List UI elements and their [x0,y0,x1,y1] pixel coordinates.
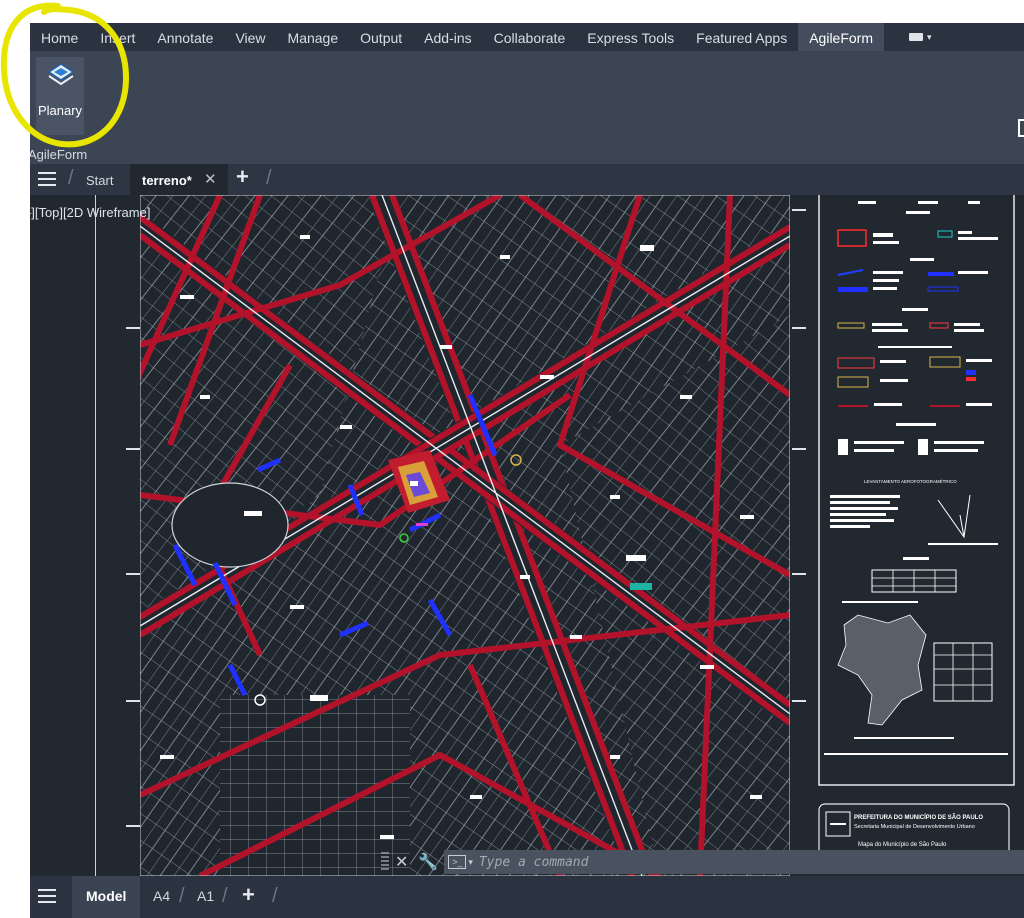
tab-agileform[interactable]: AgileForm [798,23,884,51]
tab-featured-apps[interactable]: Featured Apps [685,23,798,51]
menu-icon[interactable] [38,889,56,903]
planary-diamond-icon [48,63,74,85]
chevron-down-icon: ▾ [927,32,932,42]
tab-terreno-label: terreno* [142,173,192,188]
tab-separator: / [68,167,74,189]
chevron-down-icon[interactable]: ▾ [468,857,473,868]
tab-separator: / [222,885,228,907]
layout-tab-bar: Model A4 / A1 / + / [30,876,1024,918]
planary-label: Planary [37,103,83,118]
tab-separator: / [272,885,278,907]
command-prompt-icon[interactable]: >_ [448,855,467,869]
close-icon[interactable]: ✕ [395,852,408,872]
teal-marker [630,583,652,590]
ruler-tick [792,327,806,329]
tab-model-label: Model [86,888,127,904]
ruler-tick [792,700,806,702]
tab-annotate[interactable]: Annotate [146,23,224,51]
tab-separator: / [179,885,185,907]
workspace-dropdown[interactable]: ▾ [898,23,943,51]
drawing-viewport[interactable]: –][Top][2D Wireframe] LEVANTAMENTO AEROF… [30,195,1024,876]
tab-output[interactable]: Output [349,23,413,51]
ruler-tick [126,448,140,450]
workspace-icon [909,33,923,41]
viewport-border-line [95,195,96,876]
tab-insert[interactable]: Insert [89,23,146,51]
tab-start[interactable]: Start [86,173,113,188]
command-line: ✕ 🔧 >_ ▾ Type a command [379,848,1024,876]
tab-a4[interactable]: A4 [153,888,170,904]
tab-home[interactable]: Home [30,23,89,51]
drawing-legend-panel: LEVANTAMENTO AEROFOTOGRAMÉTRICO PREFEITU… [818,195,1024,876]
city-map-drawing[interactable] [140,195,790,876]
tab-separator: / [266,167,272,189]
ruler-tick [126,700,140,702]
title-block-line1: PREFEITURA DO MUNICÍPIO DE SÃO PAULO [854,813,983,821]
title-block-line2: Secretaria Municipal de Desenvolvimento … [854,824,975,830]
ribbon-panel: Planary AgileForm [30,51,1024,164]
tab-add-ins[interactable]: Add-ins [413,23,482,51]
viewport-controls-label[interactable]: –][Top][2D Wireframe] [30,205,150,220]
tab-a1[interactable]: A1 [197,888,214,904]
tab-collaborate[interactable]: Collaborate [483,23,577,51]
menu-icon[interactable] [38,172,56,186]
tab-manage[interactable]: Manage [277,23,350,51]
magenta-marker [416,523,428,526]
new-tab-plus-icon[interactable]: + [236,164,249,190]
autocad-window: Home Insert Annotate View Manage Output … [30,23,1024,918]
tab-model[interactable]: Model [72,876,140,918]
ruler-tick [792,573,806,575]
ruler-tick [792,448,806,450]
panel-edge-icon [1018,119,1024,137]
drag-handle-icon[interactable] [381,852,389,872]
ruler-tick [126,573,140,575]
panel-title: AgileForm [30,147,88,162]
plaza-oval [171,482,289,568]
file-tab-bar: / Start terreno* ✕ + / [30,164,1024,195]
new-layout-plus-icon[interactable]: + [242,882,255,908]
ruler-tick [126,825,140,827]
command-input-field[interactable]: >_ ▾ Type a command [444,850,1024,874]
planary-button[interactable]: Planary [36,57,84,135]
command-input[interactable]: Type a command [479,855,589,870]
map-label [244,511,262,516]
tab-terreno[interactable]: terreno* ✕ [130,164,228,195]
ruler-tick [126,327,140,329]
close-icon[interactable]: ✕ [204,170,217,188]
legend-heading: LEVANTAMENTO AEROFOTOGRAMÉTRICO [864,478,957,484]
tab-express-tools[interactable]: Express Tools [576,23,685,51]
wrench-icon[interactable]: 🔧 [418,852,438,872]
ruler-tick [792,209,806,211]
tab-view[interactable]: View [224,23,276,51]
ribbon-tab-bar: Home Insert Annotate View Manage Output … [30,23,1024,51]
